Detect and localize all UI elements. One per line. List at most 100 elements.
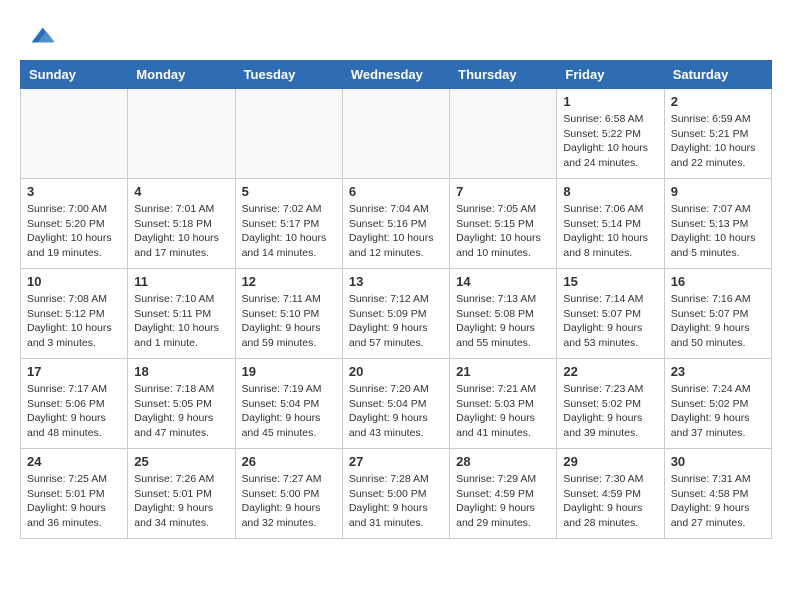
calendar-cell: 25 Sunrise: 7:26 AM Sunset: 5:01 PM Dayli… (128, 449, 235, 539)
calendar-cell: 20 Sunrise: 7:20 AM Sunset: 5:04 PM Dayli… (342, 359, 449, 449)
day-info: Sunrise: 7:18 AM Sunset: 5:05 PM Dayligh… (134, 382, 228, 441)
day-info: Sunrise: 7:04 AM Sunset: 5:16 PM Dayligh… (349, 202, 443, 261)
day-number: 12 (242, 274, 336, 289)
calendar-cell (128, 89, 235, 179)
day-info: Sunrise: 7:00 AM Sunset: 5:20 PM Dayligh… (27, 202, 121, 261)
calendar-cell: 28Sunrise: 7:29 AM Sunset: 4:59 PM Dayli… (450, 449, 557, 539)
day-number: 13 (349, 274, 443, 289)
day-info: Sunrise: 7:13 AM Sunset: 5:08 PM Dayligh… (456, 292, 550, 351)
calendar-cell: 3Sunrise: 7:00 AM Sunset: 5:20 PM Daylig… (21, 179, 128, 269)
calendar-cell: 23 Sunrise: 7:24 AM Sunset: 5:02 PM Dayli… (664, 359, 771, 449)
day-info: Sunrise: 7:25 AM Sunset: 5:01 PM Dayligh… (27, 472, 121, 531)
day-number: 15 (563, 274, 657, 289)
day-number: 9 (671, 184, 765, 199)
day-info: Sunrise: 7:11 AM Sunset: 5:10 PM Dayligh… (242, 292, 336, 351)
day-info: Sunrise: 6:58 AM Sunset: 5:22 PM Dayligh… (563, 112, 657, 171)
day-number: 21 (456, 364, 550, 379)
calendar-cell: 5 Sunrise: 7:02 AM Sunset: 5:17 PM Daylig… (235, 179, 342, 269)
day-number: 24 (27, 454, 121, 469)
day-info: Sunrise: 7:07 AM Sunset: 5:13 PM Dayligh… (671, 202, 765, 261)
weekday-header-wednesday: Wednesday (342, 61, 449, 89)
day-info: Sunrise: 7:27 AM Sunset: 5:00 PM Dayligh… (242, 472, 336, 531)
calendar-cell (21, 89, 128, 179)
day-info: Sunrise: 7:06 AM Sunset: 5:14 PM Dayligh… (563, 202, 657, 261)
calendar-week-1: 1Sunrise: 6:58 AM Sunset: 5:22 PM Daylig… (21, 89, 772, 179)
day-number: 14 (456, 274, 550, 289)
calendar-cell: 1Sunrise: 6:58 AM Sunset: 5:22 PM Daylig… (557, 89, 664, 179)
weekday-header-sunday: Sunday (21, 61, 128, 89)
day-info: Sunrise: 7:14 AM Sunset: 5:07 PM Dayligh… (563, 292, 657, 351)
day-info: Sunrise: 7:02 AM Sunset: 5:17 PM Dayligh… (242, 202, 336, 261)
day-number: 6 (349, 184, 443, 199)
calendar-cell: 29 Sunrise: 7:30 AM Sunset: 4:59 PM Dayli… (557, 449, 664, 539)
day-number: 11 (134, 274, 228, 289)
weekday-header-friday: Friday (557, 61, 664, 89)
day-info: Sunrise: 7:31 AM Sunset: 4:58 PM Dayligh… (671, 472, 765, 531)
calendar-cell: 2 Sunrise: 6:59 AM Sunset: 5:21 PM Daylig… (664, 89, 771, 179)
calendar-cell (450, 89, 557, 179)
calendar-cell (342, 89, 449, 179)
calendar-cell: 19Sunrise: 7:19 AM Sunset: 5:04 PM Dayli… (235, 359, 342, 449)
day-info: Sunrise: 7:26 AM Sunset: 5:01 PM Dayligh… (134, 472, 228, 531)
day-number: 26 (242, 454, 336, 469)
day-number: 29 (563, 454, 657, 469)
weekday-header-tuesday: Tuesday (235, 61, 342, 89)
day-info: Sunrise: 7:24 AM Sunset: 5:02 PM Dayligh… (671, 382, 765, 441)
calendar-cell: 4 Sunrise: 7:01 AM Sunset: 5:18 PM Daylig… (128, 179, 235, 269)
day-info: Sunrise: 7:28 AM Sunset: 5:00 PM Dayligh… (349, 472, 443, 531)
weekday-header-thursday: Thursday (450, 61, 557, 89)
day-number: 8 (563, 184, 657, 199)
calendar-week-3: 10 Sunrise: 7:08 AM Sunset: 5:12 PM Dayli… (21, 269, 772, 359)
day-info: Sunrise: 7:29 AM Sunset: 4:59 PM Dayligh… (456, 472, 550, 531)
calendar-cell: 17Sunrise: 7:17 AM Sunset: 5:06 PM Dayli… (21, 359, 128, 449)
day-info: Sunrise: 7:10 AM Sunset: 5:11 PM Dayligh… (134, 292, 228, 351)
calendar-cell: 10 Sunrise: 7:08 AM Sunset: 5:12 PM Dayli… (21, 269, 128, 359)
logo-icon (24, 20, 54, 50)
calendar-cell: 12 Sunrise: 7:11 AM Sunset: 5:10 PM Dayli… (235, 269, 342, 359)
calendar-cell: 24 Sunrise: 7:25 AM Sunset: 5:01 PM Dayli… (21, 449, 128, 539)
day-info: Sunrise: 7:01 AM Sunset: 5:18 PM Dayligh… (134, 202, 228, 261)
day-info: Sunrise: 7:17 AM Sunset: 5:06 PM Dayligh… (27, 382, 121, 441)
calendar-cell: 13 Sunrise: 7:12 AM Sunset: 5:09 PM Dayli… (342, 269, 449, 359)
day-info: Sunrise: 7:12 AM Sunset: 5:09 PM Dayligh… (349, 292, 443, 351)
calendar-cell: 11 Sunrise: 7:10 AM Sunset: 5:11 PM Dayli… (128, 269, 235, 359)
calendar-cell: 21 Sunrise: 7:21 AM Sunset: 5:03 PM Dayli… (450, 359, 557, 449)
day-info: Sunrise: 7:30 AM Sunset: 4:59 PM Dayligh… (563, 472, 657, 531)
day-number: 25 (134, 454, 228, 469)
calendar-cell: 7 Sunrise: 7:05 AM Sunset: 5:15 PM Daylig… (450, 179, 557, 269)
day-info: Sunrise: 7:23 AM Sunset: 5:02 PM Dayligh… (563, 382, 657, 441)
calendar-week-5: 24 Sunrise: 7:25 AM Sunset: 5:01 PM Dayli… (21, 449, 772, 539)
day-number: 23 (671, 364, 765, 379)
day-info: Sunrise: 7:08 AM Sunset: 5:12 PM Dayligh… (27, 292, 121, 351)
day-number: 20 (349, 364, 443, 379)
calendar-cell: 8 Sunrise: 7:06 AM Sunset: 5:14 PM Daylig… (557, 179, 664, 269)
calendar-cell: 27Sunrise: 7:28 AM Sunset: 5:00 PM Dayli… (342, 449, 449, 539)
day-number: 7 (456, 184, 550, 199)
calendar-cell: 6 Sunrise: 7:04 AM Sunset: 5:16 PM Daylig… (342, 179, 449, 269)
day-number: 19 (242, 364, 336, 379)
calendar-cell (235, 89, 342, 179)
calendar-week-2: 3Sunrise: 7:00 AM Sunset: 5:20 PM Daylig… (21, 179, 772, 269)
day-info: Sunrise: 6:59 AM Sunset: 5:21 PM Dayligh… (671, 112, 765, 171)
day-number: 16 (671, 274, 765, 289)
calendar-cell: 18 Sunrise: 7:18 AM Sunset: 5:05 PM Dayli… (128, 359, 235, 449)
day-number: 18 (134, 364, 228, 379)
day-number: 4 (134, 184, 228, 199)
day-info: Sunrise: 7:05 AM Sunset: 5:15 PM Dayligh… (456, 202, 550, 261)
day-info: Sunrise: 7:16 AM Sunset: 5:07 PM Dayligh… (671, 292, 765, 351)
calendar-week-4: 17Sunrise: 7:17 AM Sunset: 5:06 PM Dayli… (21, 359, 772, 449)
day-info: Sunrise: 7:20 AM Sunset: 5:04 PM Dayligh… (349, 382, 443, 441)
day-number: 2 (671, 94, 765, 109)
page-header (20, 20, 772, 50)
calendar-cell: 26 Sunrise: 7:27 AM Sunset: 5:00 PM Dayli… (235, 449, 342, 539)
calendar-header: SundayMondayTuesdayWednesdayThursdayFrid… (21, 61, 772, 89)
weekday-header-row: SundayMondayTuesdayWednesdayThursdayFrid… (21, 61, 772, 89)
calendar-cell: 14 Sunrise: 7:13 AM Sunset: 5:08 PM Dayli… (450, 269, 557, 359)
day-number: 22 (563, 364, 657, 379)
logo (20, 20, 54, 50)
day-info: Sunrise: 7:21 AM Sunset: 5:03 PM Dayligh… (456, 382, 550, 441)
day-number: 30 (671, 454, 765, 469)
calendar-cell: 16 Sunrise: 7:16 AM Sunset: 5:07 PM Dayli… (664, 269, 771, 359)
day-number: 10 (27, 274, 121, 289)
day-number: 5 (242, 184, 336, 199)
